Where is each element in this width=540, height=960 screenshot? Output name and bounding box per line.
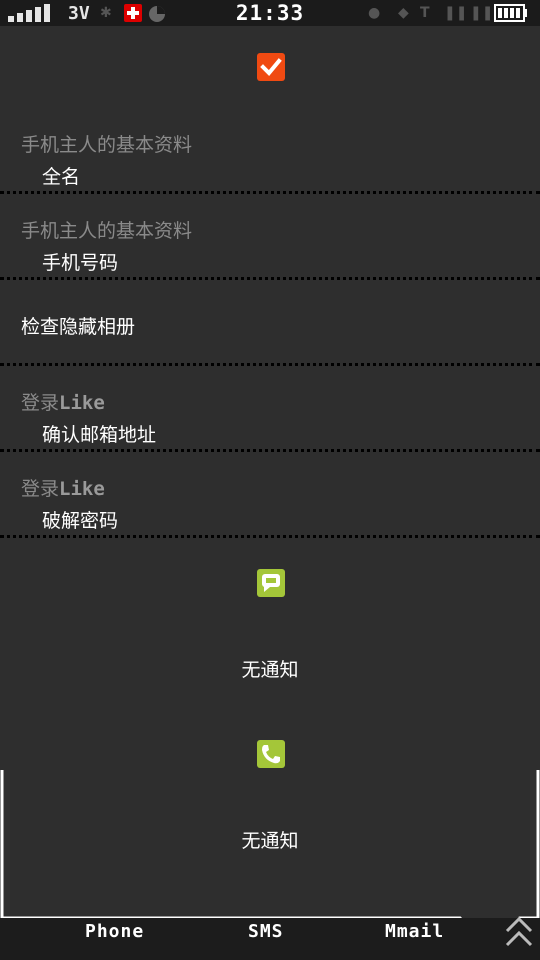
row-subtitle: 确认邮箱地址 (42, 424, 157, 446)
row-label: 检查隐藏相册 (21, 316, 136, 338)
row-title-prefix: 登录 (21, 392, 60, 414)
tab-mmail[interactable]: Mmail (385, 921, 444, 942)
row-title: 手机主人的基本资料 (21, 134, 193, 156)
pause-icon: ❚❚ (444, 5, 468, 21)
row-subtitle: 手机号码 (42, 252, 119, 274)
call-notification-status: 无通知 (241, 830, 299, 852)
list-item-owner-phone[interactable]: 手机主人的基本资料 手机号码 (0, 194, 540, 280)
phone-icon[interactable] (257, 740, 285, 768)
message-bubble-icon[interactable] (257, 569, 285, 597)
tab-sms[interactable]: SMS (248, 921, 284, 942)
battery-icon (494, 4, 527, 22)
list-item-owner-fullname[interactable]: 手机主人的基本资料 全名 (0, 108, 540, 194)
list-item-login-confirm-email[interactable]: 登录Like 确认邮箱地址 (0, 366, 540, 452)
row-title: 手机主人的基本资料 (21, 220, 193, 242)
row-subtitle: 全名 (42, 166, 81, 188)
bluetooth-icon: ● (368, 5, 381, 21)
list-item-hidden-album[interactable]: 检查隐藏相册 (0, 280, 540, 366)
like-brand: Like (59, 392, 105, 414)
row-title: 登录Like (21, 388, 105, 415)
double-chevron-up-icon[interactable] (504, 913, 534, 953)
like-brand: Like (59, 478, 105, 500)
pause-icon-2: ❚❚ (470, 5, 494, 21)
list-item-login-crack-password[interactable]: 登录Like 破解密码 (0, 452, 540, 538)
text-icon: T (420, 5, 430, 21)
row-subtitle: 破解密码 (42, 510, 119, 532)
sms-notification-status: 无通知 (241, 659, 299, 681)
tab-phone[interactable]: Phone (85, 921, 144, 942)
screen: 3V ✱ 21:33 ● ◆ T ❚❚ ❚❚ 手机主人的基本资料 全名 手机主人… (0, 0, 540, 960)
row-title: 登录Like (21, 474, 105, 501)
nfc-icon: ◆ (398, 5, 409, 21)
divider (0, 535, 540, 538)
row-title-prefix: 登录 (21, 478, 60, 500)
checkbox-checked-icon[interactable] (257, 53, 285, 81)
status-bar: 3V ✱ 21:33 ● ◆ T ❚❚ ❚❚ (0, 0, 540, 26)
